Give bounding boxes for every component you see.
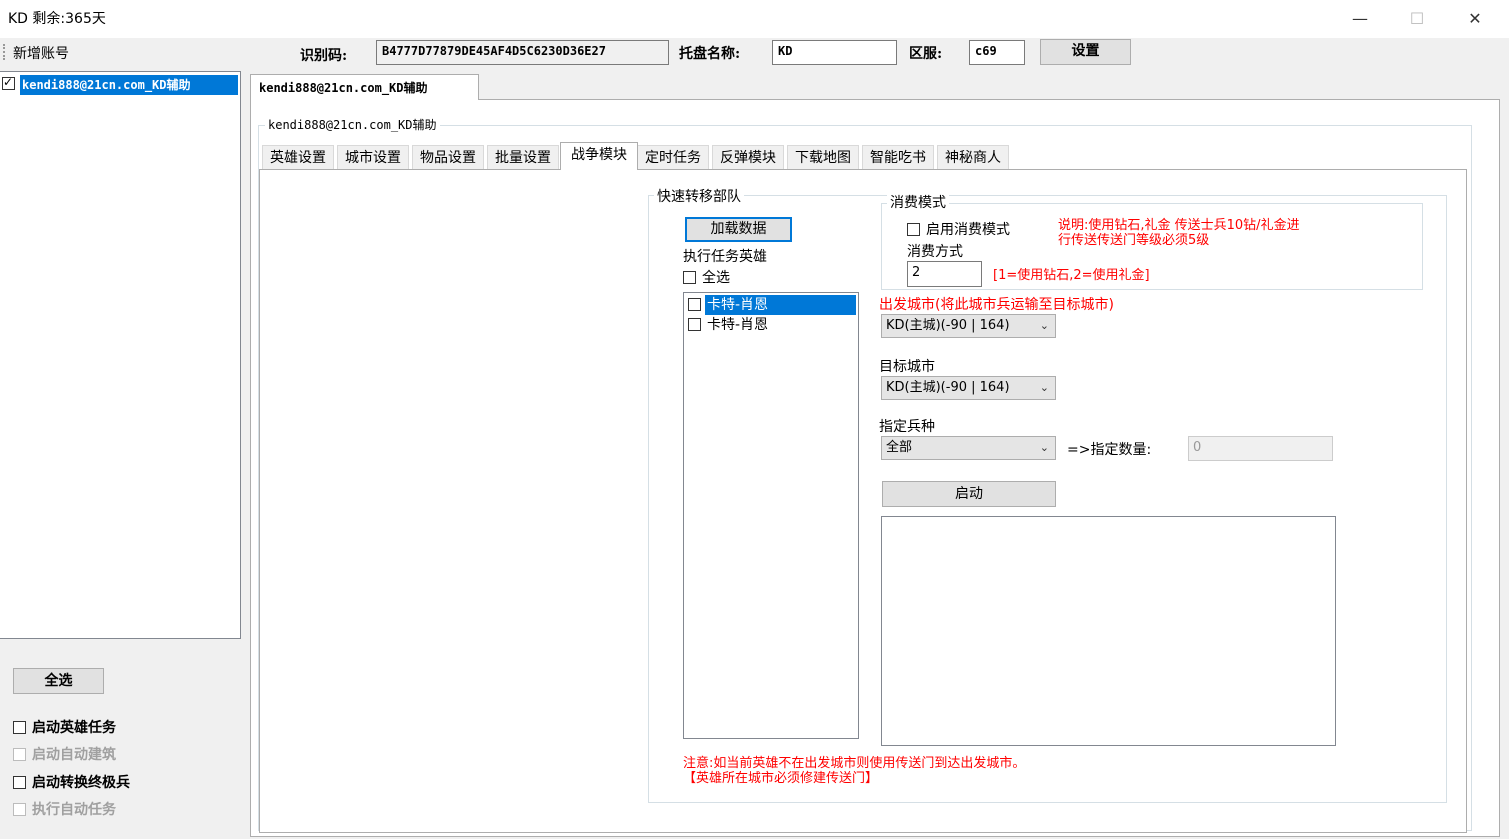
account-item[interactable]: kendi888@21cn.com_KD辅助 [20, 75, 238, 95]
maximize-button[interactable]: ☐ [1397, 6, 1437, 32]
checkbox-icon [13, 748, 26, 761]
count-label: =>指定数量: [1067, 442, 1152, 458]
method-label: 消费方式 [907, 244, 963, 260]
hero-list: 卡特-肖恩 卡特-肖恩 [683, 292, 859, 739]
server-field[interactable]: c69 [969, 40, 1025, 65]
checkbox-icon [688, 318, 701, 331]
window-title: KD 剩余:365天 [8, 11, 106, 27]
checkbox-icon [2, 75, 15, 90]
server-label: 区服: [909, 46, 943, 62]
hero-checkbox[interactable] [688, 317, 707, 333]
account-group-title: kendi888@21cn.com_KD辅助 [265, 116, 440, 133]
minimize-button[interactable]: — [1340, 6, 1380, 32]
toolbar-grip [3, 44, 5, 60]
hero-item[interactable]: 卡特-肖恩 [705, 295, 856, 315]
consume-note: 说明:使用钻石,礼金 传送士兵10钻/礼金进 行传送传送门等级必须5级 [1058, 218, 1300, 248]
tab-rebound-module[interactable]: 反弹模块 [712, 145, 784, 169]
load-data-button[interactable]: 加载数据 [685, 217, 792, 242]
option-hero-task[interactable]: 启动英雄任务 [13, 717, 116, 737]
tab-scheduled-tasks[interactable]: 定时任务 [637, 145, 709, 169]
close-button[interactable]: ✕ [1455, 6, 1495, 32]
id-field[interactable]: B4777D77879DE45AF4D5C6230D36E27 [376, 40, 669, 65]
warning-note: 注意:如当前英雄不在出发城市则使用传送门到达出发城市。 【英雄所在城市必须修建传… [683, 756, 1026, 786]
select-all-heroes[interactable]: 全选 [683, 267, 730, 287]
heroes-label: 执行任务英雄 [683, 249, 767, 265]
checkbox-icon [13, 803, 26, 816]
method-field[interactable]: 2 [907, 261, 982, 287]
select-all-accounts-button[interactable]: 全选 [13, 668, 104, 694]
tab-war-module[interactable]: 战争模块 [560, 142, 638, 170]
account-list: kendi888@21cn.com_KD辅助 [0, 71, 241, 639]
from-city-select[interactable]: KD(主城)(-90 | 164) ⌄ [881, 314, 1056, 338]
tab-batch-settings[interactable]: 批量设置 [487, 145, 559, 169]
chevron-down-icon: ⌄ [1039, 319, 1049, 332]
transfer-title: 快速转移部队 [654, 186, 744, 206]
count-field[interactable]: 0 [1188, 436, 1333, 461]
method-hint: [1=使用钻石,2=使用礼金] [993, 268, 1150, 283]
hero-item[interactable]: 卡特-肖恩 [707, 315, 768, 335]
start-button[interactable]: 启动 [882, 481, 1056, 507]
option-ultimate-troops[interactable]: 启动转换终极兵 [13, 772, 130, 792]
log-output[interactable] [881, 516, 1336, 746]
to-city-label: 目标城市 [879, 359, 935, 375]
checkbox-icon [13, 721, 26, 734]
tab-mystery-merchant[interactable]: 神秘商人 [937, 145, 1009, 169]
checkbox-icon [683, 271, 696, 284]
tab-city-settings[interactable]: 城市设置 [337, 145, 409, 169]
title-bar: KD 剩余:365天 — ☐ ✕ [0, 0, 1509, 38]
host-name-field[interactable]: KD [772, 40, 897, 65]
tab-item-settings[interactable]: 物品设置 [412, 145, 484, 169]
checkbox-icon [907, 223, 920, 236]
from-city-label: 出发城市(将此城市兵运输至目标城市) [879, 297, 1114, 313]
chevron-down-icon: ⌄ [1039, 441, 1049, 454]
option-auto-build: 启动自动建筑 [13, 744, 116, 764]
checkbox-icon [688, 298, 701, 311]
tab-smart-books[interactable]: 智能吃书 [862, 145, 934, 169]
option-auto-task: 执行自动任务 [13, 799, 116, 819]
account-checkbox[interactable] [2, 75, 21, 92]
settings-button[interactable]: 设置 [1040, 39, 1131, 65]
host-name-label: 托盘名称: [679, 46, 741, 62]
troop-type-select[interactable]: 全部 ⌄ [881, 436, 1056, 460]
troop-type-label: 指定兵种 [879, 419, 935, 435]
tab-hero-settings[interactable]: 英雄设置 [262, 145, 334, 169]
consume-title: 消费模式 [887, 192, 949, 212]
id-label: 识别码: [300, 48, 348, 64]
add-account-button[interactable]: 新增账号 [13, 43, 69, 63]
tab-account[interactable]: kendi888@21cn.com_KD辅助 [250, 74, 479, 100]
checkbox-icon [13, 776, 26, 789]
enable-consume-checkbox[interactable]: 启用消费模式 [907, 219, 1010, 239]
to-city-select[interactable]: KD(主城)(-90 | 164) ⌄ [881, 376, 1056, 400]
tab-download-map[interactable]: 下载地图 [787, 145, 859, 169]
chevron-down-icon: ⌄ [1039, 381, 1049, 394]
